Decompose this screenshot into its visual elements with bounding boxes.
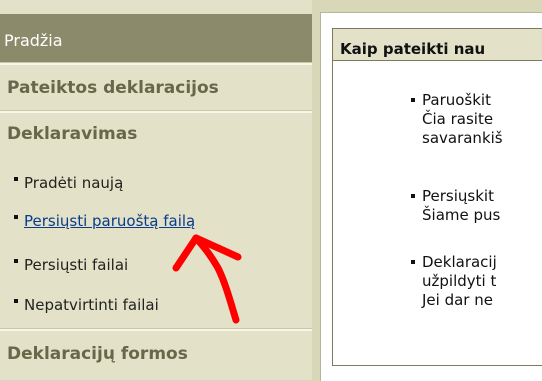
red-arrow-annotation-icon (172, 234, 242, 324)
